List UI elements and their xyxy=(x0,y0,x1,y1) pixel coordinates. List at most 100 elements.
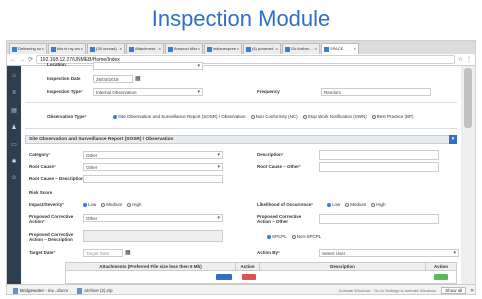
action-header: Action xyxy=(236,263,260,270)
radio-option[interactable]: SPCPL xyxy=(267,234,287,239)
radio-option[interactable]: Non-SPCPL xyxy=(291,234,322,239)
radio-label: Medium xyxy=(350,202,367,207)
radio-option[interactable]: Stop Work Notification (SWN) xyxy=(302,114,367,119)
tab-close-icon[interactable]: × xyxy=(81,44,83,54)
inspection-type-select[interactable]: Internal Observation xyxy=(93,88,203,96)
tab-close-icon[interactable]: × xyxy=(354,44,356,54)
description-label: Description* xyxy=(257,152,284,157)
settings-icon[interactable]: ✱ xyxy=(7,154,21,168)
reload-icon[interactable]: ⟳ xyxy=(28,56,33,63)
browser-tab[interactable]: Go further… × xyxy=(282,43,320,54)
proposed-action-select[interactable]: Other xyxy=(83,214,223,222)
proposed-action-other-input[interactable] xyxy=(319,214,439,224)
calendar-icon[interactable]: ▦ xyxy=(125,249,131,256)
proposed-action-description-input[interactable] xyxy=(83,230,223,242)
tab-close-icon[interactable]: × xyxy=(120,44,122,54)
favicon-icon xyxy=(129,46,134,52)
frequency-input[interactable]: Random xyxy=(321,88,431,96)
chart-icon[interactable]: ▤ xyxy=(7,103,21,117)
radio-button[interactable] xyxy=(345,202,350,207)
browser-tab[interactable]: SPACE × xyxy=(321,43,359,54)
user-icon[interactable]: ♟ xyxy=(7,120,21,134)
radio-button[interactable] xyxy=(250,114,255,119)
location-select[interactable] xyxy=(93,62,203,70)
download-item[interactable]: archive (2).zip xyxy=(74,287,115,294)
radio-button[interactable] xyxy=(327,202,331,207)
forward-icon[interactable]: → xyxy=(19,57,25,63)
radio-label: Medium xyxy=(106,202,123,207)
radio-button[interactable] xyxy=(291,234,296,239)
radio-button[interactable] xyxy=(302,114,307,119)
radio-option[interactable]: Best Practice (BP) xyxy=(371,114,414,119)
inspection-date-input[interactable]: 25/03/2018 xyxy=(93,75,133,83)
radio-label: Non Conformity (NC) xyxy=(255,114,298,119)
radio-option[interactable]: Low xyxy=(327,202,340,207)
radio-button[interactable] xyxy=(113,114,117,119)
back-icon[interactable]: ← xyxy=(10,57,16,63)
browser-tab[interactable]: Attachment… × xyxy=(126,43,164,54)
action-header-2: Action xyxy=(434,264,448,269)
favicon-icon xyxy=(324,46,329,52)
radio-label: Non-SPCPL xyxy=(296,234,322,239)
browser-tab[interactable]: this is my wo…× xyxy=(48,43,86,54)
menu-icon[interactable]: ⋮ xyxy=(466,56,472,63)
tab-label: this is my wo… xyxy=(57,46,80,51)
browser-tab[interactable]: Delivering su…× xyxy=(9,43,47,54)
close-icon[interactable]: ✕ xyxy=(470,288,474,294)
proposed-action-description-label: Proposed Corrective Action – Description xyxy=(29,232,74,242)
tab-close-icon[interactable]: × xyxy=(159,44,161,54)
tab-label: (28 unread) … xyxy=(96,46,119,51)
upload-button[interactable] xyxy=(216,274,232,280)
radio-option[interactable]: High xyxy=(127,202,142,207)
section-title: Site Observation and Surveillance Report… xyxy=(29,137,174,142)
calendar-icon[interactable]: ▦ xyxy=(135,75,141,82)
description-input[interactable] xyxy=(319,150,439,160)
inspection-date-label: Inspection Date xyxy=(47,76,81,81)
scrollbar[interactable] xyxy=(461,66,475,284)
radio-option[interactable]: Medium xyxy=(345,202,366,207)
browser-tab[interactable]: (4) powered…× xyxy=(243,43,281,54)
download-item[interactable]: Bridgewater - inv...docm xyxy=(10,287,71,294)
home-icon[interactable]: ⌂ xyxy=(7,69,21,83)
list-icon[interactable]: ≡ xyxy=(7,86,21,100)
browser-tab[interactable]: Amazon Micr…× xyxy=(165,43,203,54)
scrollbar-thumb[interactable] xyxy=(464,68,472,128)
tab-close-icon[interactable]: × xyxy=(315,44,317,54)
tab-close-icon[interactable]: × xyxy=(198,44,200,54)
radio-option[interactable]: High xyxy=(371,202,386,207)
radio-button[interactable] xyxy=(127,202,132,207)
document-icon[interactable]: ▭ xyxy=(7,137,21,151)
root-cause-description-input[interactable] xyxy=(83,175,223,183)
tab-close-icon[interactable]: × xyxy=(42,44,44,54)
radio-button[interactable] xyxy=(101,202,106,207)
add-row-button[interactable] xyxy=(434,274,448,280)
radio-label: SPCPL xyxy=(272,234,287,239)
tab-close-icon[interactable]: × xyxy=(276,44,278,54)
radio-option[interactable]: Non Conformity (NC) xyxy=(250,114,298,119)
action-by-select[interactable]: Select User xyxy=(319,249,459,257)
radio-button[interactable] xyxy=(83,202,87,207)
browser-tab[interactable]: (28 unread) …× xyxy=(87,43,125,54)
favicon-icon xyxy=(207,46,212,52)
category-select[interactable]: Other xyxy=(83,151,223,159)
favicon-icon xyxy=(12,46,17,52)
radio-option[interactable]: Low xyxy=(83,202,96,207)
remove-button[interactable] xyxy=(242,274,256,280)
show-all-button[interactable]: Show all xyxy=(441,287,467,294)
favicon-icon xyxy=(285,46,290,52)
divider xyxy=(25,128,457,129)
person-icon[interactable]: ☺ xyxy=(7,171,21,185)
radio-button[interactable] xyxy=(267,234,271,239)
radio-button[interactable] xyxy=(371,202,376,207)
browser-tab[interactable]: indianexpress…× xyxy=(204,43,242,54)
proposed-action-other-label: Proposed Corrective Action – Other xyxy=(257,214,302,224)
root-cause-other-input[interactable] xyxy=(319,162,439,172)
target-date-input[interactable]: Target Date xyxy=(83,249,123,257)
tab-close-icon[interactable]: × xyxy=(237,44,239,54)
collapse-icon[interactable]: ▾ xyxy=(449,135,457,144)
root-cause-select[interactable]: Other xyxy=(83,163,223,171)
radio-button[interactable] xyxy=(371,114,376,119)
star-icon[interactable]: ☆ xyxy=(458,56,463,63)
radio-option[interactable]: Site Observation and Surveillance Report… xyxy=(113,114,246,119)
radio-option[interactable]: Medium xyxy=(101,202,122,207)
